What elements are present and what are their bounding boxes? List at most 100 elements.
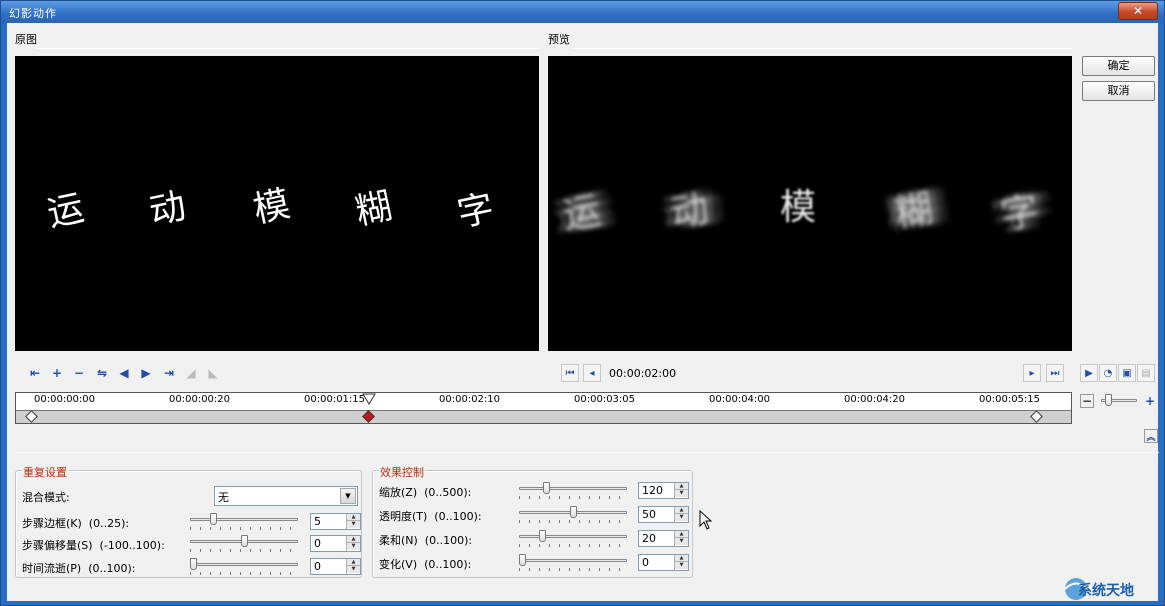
timeline-zoom-slider[interactable]	[1101, 394, 1137, 408]
step-border-value: 5	[314, 515, 321, 528]
spin-up-icon[interactable]: ▲	[675, 483, 688, 490]
step-offset-value: 0	[314, 537, 321, 550]
opacity-label: 透明度(T) (0..100):	[379, 510, 482, 523]
close-button[interactable]: ✕	[1118, 2, 1158, 20]
keyframe-timeline[interactable]: 00:00:00:00 00:00:00:20 00:00:01:15 00:0…	[15, 392, 1072, 424]
monitor-icon[interactable]: ▣	[1118, 364, 1136, 382]
dialog-window: 幻影动作 ✕ 原图 运 动 模 糊 字 预览 运 动 模 糊 字 确定 取消 ⇤…	[0, 0, 1165, 606]
previous-keyframe-icon[interactable]: ◀	[115, 364, 133, 382]
softness-value: 20	[642, 532, 656, 545]
timeline-tick: 00:00:04:20	[844, 394, 906, 405]
blend-mode-label: 混合模式:	[22, 491, 70, 504]
mouse-cursor-icon	[699, 510, 713, 530]
device-icon[interactable]: ▤	[1137, 364, 1155, 382]
preview-char: 字	[997, 187, 1043, 238]
repeat-settings-group: 重复设置 混合模式: 无 ▼ 步骤边框(K) (0..25): 5 ▲ ▼ 步骤偏…	[15, 464, 362, 578]
preview-divider	[573, 48, 1072, 49]
spin-down-icon[interactable]: ▼	[347, 543, 360, 550]
scale-spinner[interactable]: 120 ▲ ▼	[638, 482, 689, 499]
opacity-slider[interactable]	[519, 506, 627, 523]
timeline-tick: 00:00:00:20	[169, 394, 231, 405]
add-keyframe-icon[interactable]: +	[48, 364, 66, 382]
preview-char: 糊	[891, 185, 937, 236]
scale-label: 缩放(Z) (0..500):	[379, 486, 472, 499]
time-lapse-value: 0	[314, 560, 321, 573]
step-offset-slider[interactable]	[190, 535, 298, 552]
spin-down-icon[interactable]: ▼	[347, 521, 360, 528]
collapse-panel-icon[interactable]: ︽	[1144, 429, 1158, 443]
original-char: 运	[43, 187, 88, 236]
timeline-tick: 00:00:00:00	[34, 394, 96, 405]
variation-value: 0	[642, 556, 649, 569]
timeline-tick: 00:00:02:10	[439, 394, 501, 405]
timeline-tick: 00:00:04:00	[709, 394, 771, 405]
step-border-spinner[interactable]: 5 ▲ ▼	[310, 513, 361, 530]
spin-down-icon[interactable]: ▼	[675, 562, 688, 569]
timeline-track[interactable]	[16, 410, 1071, 423]
spin-down-icon[interactable]: ▼	[347, 566, 360, 573]
preview-char: 动	[667, 185, 713, 236]
time-lapse-slider[interactable]	[190, 558, 298, 575]
opacity-value: 50	[642, 508, 656, 521]
softness-label: 柔和(N) (0..100):	[379, 534, 473, 547]
ok-button[interactable]: 确定	[1082, 56, 1155, 76]
go-to-end-icon[interactable]: ⏭	[1046, 364, 1064, 382]
chevron-down-icon[interactable]: ▼	[340, 488, 356, 504]
play-icon[interactable]: ▶	[1080, 364, 1098, 382]
next-keyframe-icon[interactable]: ▶	[137, 364, 155, 382]
watermark-text: 系统天地	[1078, 583, 1134, 599]
preview-label: 预览	[548, 33, 570, 46]
blend-mode-value: 无	[218, 491, 229, 504]
go-to-start-keyframe-icon[interactable]: ⇤	[26, 364, 44, 382]
timeline-tick: 00:00:05:15	[979, 394, 1041, 405]
original-divider	[37, 48, 539, 49]
reverse-keyframes-icon[interactable]: ⇋	[93, 364, 111, 382]
spin-down-icon[interactable]: ▼	[675, 490, 688, 497]
time-lapse-spinner[interactable]: 0 ▲ ▼	[310, 558, 361, 575]
zoom-out-icon[interactable]: −	[1080, 394, 1094, 408]
spin-up-icon[interactable]: ▲	[347, 559, 360, 566]
remove-keyframe-icon[interactable]: −	[70, 364, 88, 382]
timeline-tick: 00:00:01:15	[304, 394, 366, 405]
scale-slider[interactable]	[519, 482, 627, 499]
go-to-start-icon[interactable]: ⏮	[561, 364, 579, 382]
preview-viewer: 运 动 模 糊 字	[548, 56, 1072, 351]
opacity-spinner[interactable]: 50 ▲ ▼	[638, 506, 689, 523]
original-label: 原图	[15, 33, 37, 46]
preview-char: 模	[780, 187, 817, 228]
original-viewer: 运 动 模 糊 字	[15, 56, 539, 351]
settings-divider	[15, 452, 1159, 453]
step-border-slider[interactable]	[190, 513, 298, 530]
paste-keyframe-icon[interactable]: ◣	[204, 364, 222, 382]
softness-slider[interactable]	[519, 530, 627, 547]
time-lapse-label: 时间流逝(P) (0..100):	[22, 562, 136, 575]
playhead-marker[interactable]	[362, 393, 376, 405]
spin-up-icon[interactable]: ▲	[347, 514, 360, 521]
spin-down-icon[interactable]: ▼	[675, 538, 688, 545]
zoom-in-icon[interactable]: +	[1143, 394, 1157, 408]
copy-keyframe-icon[interactable]: ◢	[182, 364, 200, 382]
spin-up-icon[interactable]: ▲	[347, 536, 360, 543]
spin-down-icon[interactable]: ▼	[675, 514, 688, 521]
next-frame-icon[interactable]: ▸	[1023, 364, 1041, 382]
step-offset-label: 步骤偏移量(S) (-100..100):	[22, 539, 165, 552]
softness-spinner[interactable]: 20 ▲ ▼	[638, 530, 689, 547]
effect-control-group: 效果控制 缩放(Z) (0..500): 120 ▲ ▼ 透明度(T) (0..1…	[372, 464, 693, 578]
go-to-end-keyframe-icon[interactable]: ⇥	[160, 364, 178, 382]
blend-mode-select[interactable]: 无 ▼	[214, 486, 358, 506]
spin-up-icon[interactable]: ▲	[675, 507, 688, 514]
spin-up-icon[interactable]: ▲	[675, 555, 688, 562]
step-offset-spinner[interactable]: 0 ▲ ▼	[310, 535, 361, 552]
preview-char: 运	[559, 187, 605, 238]
speed-icon[interactable]: ◔	[1099, 364, 1117, 382]
variation-label: 变化(V) (0..100):	[379, 558, 472, 571]
dialog-body: 原图 运 动 模 糊 字 预览 运 动 模 糊 字 确定 取消 ⇤ + − ⇋ …	[7, 23, 1159, 601]
variation-spinner[interactable]: 0 ▲ ▼	[638, 554, 689, 571]
spin-up-icon[interactable]: ▲	[675, 531, 688, 538]
current-timecode: 00:00:02:00	[609, 367, 677, 380]
cancel-button[interactable]: 取消	[1082, 81, 1155, 101]
title-bar[interactable]: 幻影动作 ✕	[1, 1, 1164, 23]
original-char: 动	[145, 185, 190, 234]
variation-slider[interactable]	[519, 554, 627, 571]
previous-frame-icon[interactable]: ◂	[583, 364, 601, 382]
